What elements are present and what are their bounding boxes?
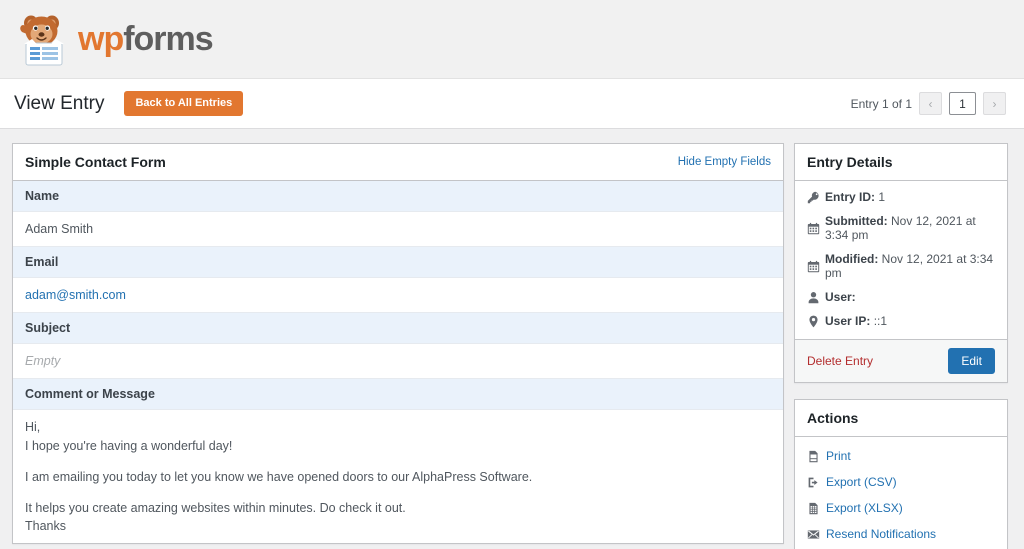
field-label-message: Comment or Message <box>13 379 783 411</box>
message-line: I hope you're having a wonderful day! <box>25 438 233 453</box>
detail-row-user-ip: User IP: ::1 <box>795 309 1007 333</box>
field-value-subject: Empty <box>13 344 783 380</box>
detail-row-user: User: <box>795 285 1007 309</box>
hide-empty-fields-link[interactable]: Hide Empty Fields <box>678 156 771 168</box>
entry-fields-panel: Simple Contact Form Hide Empty Fields Na… <box>12 143 784 544</box>
detail-value: ::1 <box>873 314 888 328</box>
detail-row-entry-id: Entry ID: 1 <box>795 185 1007 209</box>
action-label[interactable]: Export (CSV) <box>826 475 897 489</box>
field-value-message: Hi, I hope you're having a wonderful day… <box>13 410 783 543</box>
entry-count-label: Entry 1 of 1 <box>850 96 912 111</box>
branding-bar: wpforms <box>0 0 1024 79</box>
detail-label: User IP: <box>825 314 871 328</box>
action-label[interactable]: Resend Notifications <box>826 527 936 541</box>
detail-text: User IP: ::1 <box>825 314 887 328</box>
message-line: Hi, <box>25 420 41 435</box>
message-line: It helps you create amazing websites wit… <box>25 500 406 515</box>
email-link[interactable]: adam@smith.com <box>25 288 126 302</box>
actions-list: Print Export (CSV) Export (XLSX) Resend … <box>795 437 1007 549</box>
action-row-resend-notifications[interactable]: Resend Notifications <box>795 521 1007 547</box>
print-icon <box>807 450 826 463</box>
entry-details-panel: Entry Details Entry ID: 1 Submitted: Nov… <box>794 143 1008 383</box>
page-body: Simple Contact Form Hide Empty Fields Na… <box>0 129 1024 549</box>
export-xlsx-icon <box>807 502 826 515</box>
entry-details-footer: Delete Entry Edit <box>795 339 1007 382</box>
actions-panel: Actions Print Export (CSV) Export (XLSX)… <box>794 399 1008 549</box>
chevron-left-icon[interactable]: ‹ <box>919 92 942 115</box>
location-pin-icon <box>807 315 825 328</box>
logo-text-forms: forms <box>123 20 213 58</box>
back-to-all-entries-button[interactable]: Back to All Entries <box>124 91 244 116</box>
detail-label: Modified: <box>825 252 879 266</box>
entry-page-input[interactable] <box>949 92 976 115</box>
entry-details-title: Entry Details <box>807 154 893 170</box>
entry-details-header: Entry Details <box>795 144 1007 181</box>
action-label[interactable]: Print <box>826 449 851 463</box>
export-csv-icon <box>807 476 826 489</box>
edit-entry-button[interactable]: Edit <box>948 348 995 374</box>
field-value-name: Adam Smith <box>13 212 783 248</box>
page-header-bar: View Entry Back to All Entries Entry 1 o… <box>0 79 1024 129</box>
detail-text: Submitted: Nov 12, 2021 at 3:34 pm <box>825 214 995 242</box>
message-line: I am emailing you today to let you know … <box>25 469 533 484</box>
field-label-subject: Subject <box>13 313 783 345</box>
field-value-email: adam@smith.com <box>13 278 783 314</box>
wpforms-bear-logo-icon <box>14 10 74 68</box>
field-label-name: Name <box>13 181 783 212</box>
action-row-export-xlsx[interactable]: Export (XLSX) <box>795 495 1007 521</box>
key-icon <box>807 191 825 204</box>
entry-pagination: Entry 1 of 1 ‹ › <box>851 92 1006 115</box>
logo-text-wp: wp <box>78 20 124 58</box>
detail-label: Entry ID: <box>825 190 876 204</box>
detail-label: User: <box>825 290 856 304</box>
envelope-icon <box>807 528 826 541</box>
wpforms-wordmark: wpforms <box>78 20 214 58</box>
actions-header: Actions <box>795 400 1007 437</box>
entry-fields-header: Simple Contact Form Hide Empty Fields <box>13 144 783 181</box>
detail-label: Submitted: <box>825 214 888 228</box>
detail-row-submitted: Submitted: Nov 12, 2021 at 3:34 pm <box>795 209 1007 247</box>
field-label-email: Email <box>13 247 783 279</box>
detail-value: 1 <box>878 190 886 204</box>
detail-text: Modified: Nov 12, 2021 at 3:34 pm <box>825 252 995 280</box>
page-title: View Entry <box>14 92 105 114</box>
message-line: Thanks <box>25 518 66 533</box>
actions-title: Actions <box>807 410 859 426</box>
detail-row-modified: Modified: Nov 12, 2021 at 3:34 pm <box>795 247 1007 285</box>
calendar-icon <box>807 260 825 273</box>
action-row-print[interactable]: Print <box>795 443 1007 469</box>
action-row-export-csv[interactable]: Export (CSV) <box>795 469 1007 495</box>
user-icon <box>807 291 825 304</box>
form-name: Simple Contact Form <box>25 154 166 170</box>
detail-text: Entry ID: 1 <box>825 190 885 204</box>
calendar-icon <box>807 222 825 235</box>
delete-entry-link[interactable]: Delete Entry <box>807 354 873 368</box>
action-label[interactable]: Export (XLSX) <box>826 501 903 515</box>
detail-text: User: <box>825 290 856 304</box>
main-column: Simple Contact Form Hide Empty Fields Na… <box>12 143 784 549</box>
sidebar-column: Entry Details Entry ID: 1 Submitted: Nov… <box>794 143 1008 549</box>
entry-details-list: Entry ID: 1 Submitted: Nov 12, 2021 at 3… <box>795 181 1007 339</box>
chevron-right-icon[interactable]: › <box>983 92 1006 115</box>
